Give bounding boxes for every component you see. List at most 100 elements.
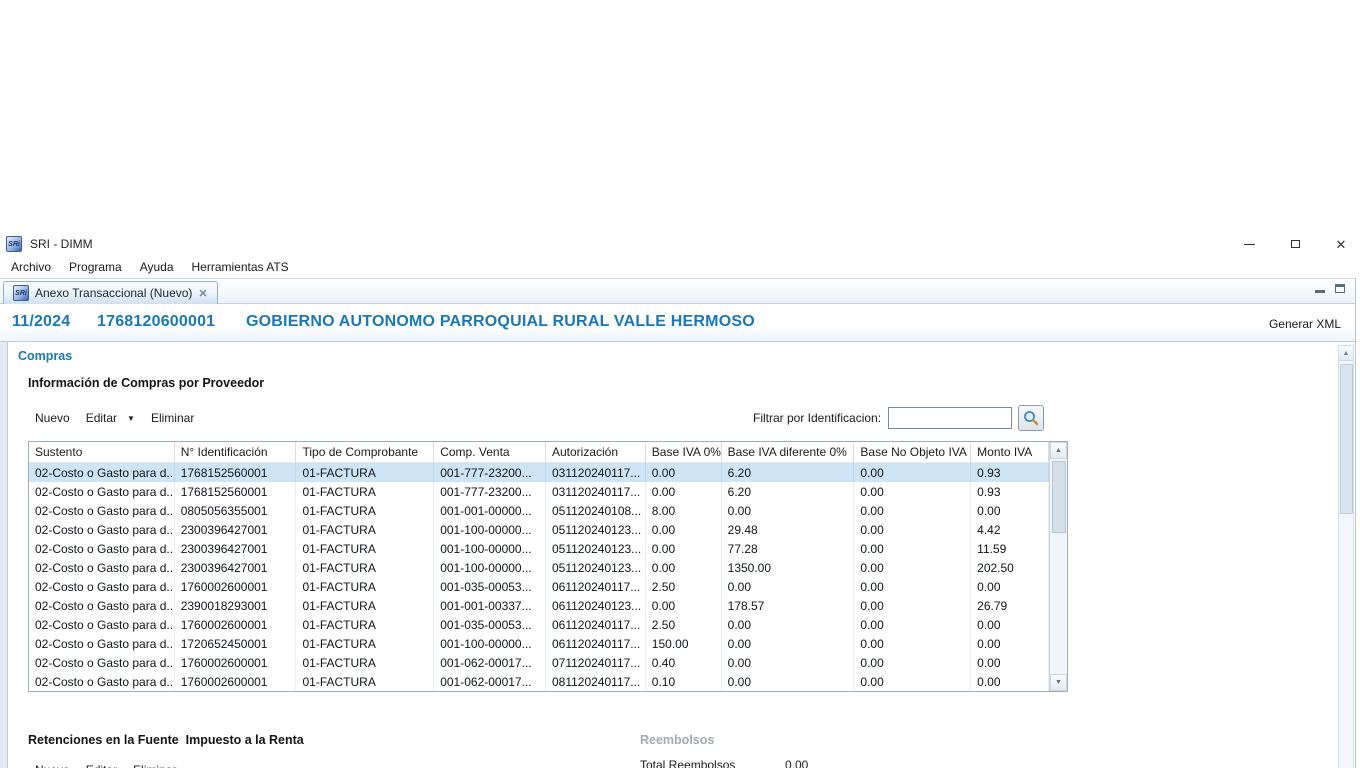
table-row[interactable]: 02-Costo o Gasto para d...17681525600010… xyxy=(29,463,1049,482)
table-cell: 001-001-00000... xyxy=(434,501,546,520)
table-cell: 01-FACTURA xyxy=(296,482,434,501)
menu-archivo[interactable]: Archivo xyxy=(2,257,60,277)
table-cell: 001-062-00017... xyxy=(434,653,546,672)
column-header-1[interactable]: Sustento xyxy=(29,442,175,462)
table-cell: 01-FACTURA xyxy=(296,653,434,672)
filter-identificacion-input[interactable] xyxy=(888,407,1012,429)
period-label: 11/2024 xyxy=(12,313,70,331)
table-row[interactable]: 02-Costo o Gasto para d...17600026000010… xyxy=(29,672,1049,691)
table-cell: 0.00 xyxy=(854,596,971,615)
tab-anexo-transaccional[interactable]: SRi Anexo Transaccional (Nuevo) ✕ xyxy=(3,281,218,304)
table-cell: 001-035-00053... xyxy=(434,615,546,634)
menu-programa[interactable]: Programa xyxy=(60,257,131,277)
column-header-5[interactable]: Autorización xyxy=(546,442,646,462)
retenciones-editar-button[interactable]: Editar xyxy=(86,763,117,768)
table-cell: 0.00 xyxy=(722,672,855,691)
retenciones-nuevo-button[interactable]: Nuevo xyxy=(35,763,70,768)
table-cell: 0.00 xyxy=(722,634,855,653)
search-button[interactable] xyxy=(1018,405,1044,431)
table-cell: 001-062-00017... xyxy=(434,672,546,691)
column-header-8[interactable]: Base No Objeto IVA xyxy=(854,442,971,462)
table-cell: 001-100-00000... xyxy=(434,539,546,558)
table-cell: 178.57 xyxy=(722,596,855,615)
column-header-9[interactable]: Monto IVA xyxy=(971,442,1049,462)
table-cell: 11.59 xyxy=(971,539,1049,558)
column-header-4[interactable]: Comp. Venta xyxy=(434,442,546,462)
table-cell: 051120240123... xyxy=(546,539,646,558)
view-minimize-icon[interactable] xyxy=(1315,284,1325,293)
table-cell: 02-Costo o Gasto para d... xyxy=(29,558,175,577)
column-header-7[interactable]: Base IVA diferente 0% xyxy=(722,442,855,462)
section-title-reembolsos: Reembolsos xyxy=(640,733,714,747)
table-row[interactable]: 02-Costo o Gasto para d...08050563550010… xyxy=(29,501,1049,520)
minimize-icon[interactable] xyxy=(1238,234,1260,254)
table-cell: 1350.00 xyxy=(722,558,855,577)
table-cell: 061120240117... xyxy=(546,634,646,653)
table-cell: 150.00 xyxy=(646,634,722,653)
table-cell: 01-FACTURA xyxy=(296,672,434,691)
table-scroll-down-icon[interactable]: ▼ xyxy=(1050,674,1067,691)
table-vertical-scrollbar[interactable]: ▲ ▼ xyxy=(1049,442,1067,691)
table-cell: 031120240117... xyxy=(546,482,646,501)
table-cell: 031120240117... xyxy=(546,463,646,482)
total-reembolsos-label: Total Reembolsos xyxy=(640,758,735,768)
table-row[interactable]: 02-Costo o Gasto para d...17206524500010… xyxy=(29,634,1049,653)
eliminar-button[interactable]: Eliminar xyxy=(151,411,194,425)
tab-close-icon[interactable]: ✕ xyxy=(198,287,207,300)
nuevo-button[interactable]: Nuevo xyxy=(35,411,70,425)
column-header-2[interactable]: N° Identificación xyxy=(175,442,297,462)
menubar: ArchivoProgramaAyudaHerramientas ATS xyxy=(0,256,1360,278)
app-frame: SRi Anexo Transaccional (Nuevo) ✕ 11/202… xyxy=(0,278,1356,768)
table-cell: 02-Costo o Gasto para d... xyxy=(29,672,175,691)
table-row[interactable]: 02-Costo o Gasto para d...23003964270010… xyxy=(29,539,1049,558)
menu-ayuda[interactable]: Ayuda xyxy=(131,257,183,277)
table-row[interactable]: 02-Costo o Gasto para d...17600026000010… xyxy=(29,653,1049,672)
retenciones-eliminar-button[interactable]: Eliminar xyxy=(133,763,176,768)
table-cell: 0.00 xyxy=(722,577,855,596)
table-cell: 001-777-23200... xyxy=(434,463,546,482)
form-scrollbar-thumb[interactable] xyxy=(1340,364,1353,514)
window-controls: ✕ xyxy=(1238,232,1352,256)
table-cell: 01-FACTURA xyxy=(296,577,434,596)
table-cell: 02-Costo o Gasto para d... xyxy=(29,615,175,634)
table-cell: 0.00 xyxy=(646,558,722,577)
column-header-6[interactable]: Base IVA 0% xyxy=(646,442,722,462)
scroll-up-icon[interactable]: ▲ xyxy=(1339,346,1353,361)
view-maximize-icon[interactable] xyxy=(1335,284,1345,293)
table-cell: 0.00 xyxy=(646,596,722,615)
table-cell: 0.00 xyxy=(646,520,722,539)
table-cell: 01-FACTURA xyxy=(296,463,434,482)
table-cell: 02-Costo o Gasto para d... xyxy=(29,539,175,558)
retenciones-toolbar: Nuevo Editar Eliminar xyxy=(35,763,176,768)
table-row[interactable]: 02-Costo o Gasto para d...17600026000010… xyxy=(29,577,1049,596)
table-cell: 061120240117... xyxy=(546,615,646,634)
menu-herramientas-ats[interactable]: Herramientas ATS xyxy=(183,257,298,277)
table-cell: 29.48 xyxy=(722,520,855,539)
sri-tab-icon: SRi xyxy=(13,285,29,301)
table-row[interactable]: 02-Costo o Gasto para d...17681525600010… xyxy=(29,482,1049,501)
table-row[interactable]: 02-Costo o Gasto para d...23003964270010… xyxy=(29,520,1049,539)
window-titlebar: SRi SRI - DIMM ✕ xyxy=(0,232,1360,256)
column-header-3[interactable]: Tipo de Comprobante xyxy=(296,442,434,462)
table-cell: 6.20 xyxy=(722,482,855,501)
table-cell: 051120240123... xyxy=(546,520,646,539)
table-cell: 77.28 xyxy=(722,539,855,558)
table-scrollbar-thumb[interactable] xyxy=(1052,461,1066,533)
editar-dropdown-icon[interactable]: ▼ xyxy=(127,414,135,423)
table-cell: 2.50 xyxy=(646,577,722,596)
editar-button[interactable]: Editar xyxy=(86,411,117,425)
table-body: 02-Costo o Gasto para d...17681525600010… xyxy=(29,463,1049,691)
restore-icon[interactable] xyxy=(1284,234,1306,254)
generate-xml-button[interactable]: Generar XML xyxy=(1269,317,1341,331)
subtitle-informacion-compras: Información de Compras por Proveedor xyxy=(28,376,264,390)
table-row[interactable]: 02-Costo o Gasto para d...23003964270010… xyxy=(29,558,1049,577)
form-header: 11/2024 1768120600001 GOBIERNO AUTONOMO … xyxy=(0,304,1355,342)
table-cell: 01-FACTURA xyxy=(296,539,434,558)
close-icon[interactable]: ✕ xyxy=(1330,234,1352,254)
compras-toolbar: Nuevo Editar ▼ Eliminar xyxy=(35,411,194,425)
table-scroll-up-icon[interactable]: ▲ xyxy=(1050,442,1067,459)
table-row[interactable]: 02-Costo o Gasto para d...23900182930010… xyxy=(29,596,1049,615)
table-cell: 0.00 xyxy=(646,482,722,501)
sri-logo-icon: SRi xyxy=(6,236,22,252)
table-row[interactable]: 02-Costo o Gasto para d...17600026000010… xyxy=(29,615,1049,634)
